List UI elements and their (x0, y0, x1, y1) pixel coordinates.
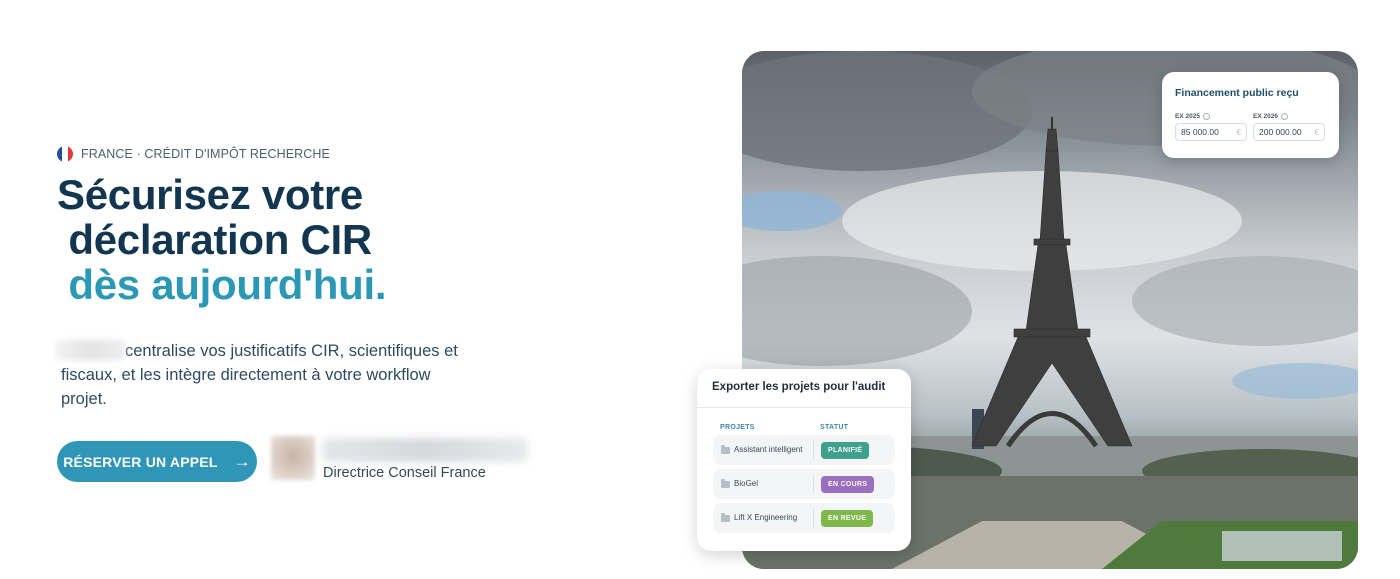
public-funding-card: Financement public reçu EX 2025 85 000.0… (1162, 72, 1339, 158)
book-call-label: RÉSERVER UN APPEL (63, 453, 218, 470)
headline-line-3: dès aujourd'hui. (57, 261, 387, 308)
project-name: Assistant intelligent (734, 445, 803, 454)
eyebrow: FRANCE · CRÉDIT D'IMPÔT RECHERCHE (57, 146, 330, 162)
divider (697, 407, 911, 408)
info-icon (1280, 113, 1288, 120)
info-icon (1202, 113, 1210, 120)
public-funding-title: Financement public reçu (1175, 87, 1299, 99)
funding-value: 200 000.00 (1259, 127, 1302, 137)
folder-icon (721, 445, 730, 454)
headline-line-2: déclaration CIR (57, 216, 372, 263)
euro-icon: € (1314, 127, 1319, 137)
headline-line-1: Sécurisez votre (57, 171, 363, 218)
column-header-status: STATUT (820, 424, 849, 431)
divider (813, 440, 814, 460)
funding-input-2025[interactable]: 85 000.00 € (1175, 123, 1247, 141)
column-header-projects: PROJETS (720, 424, 755, 431)
arrow-right-icon: → (233, 451, 251, 471)
euro-icon: € (1236, 127, 1241, 137)
avatar (271, 436, 315, 480)
divider (813, 474, 814, 494)
divider (813, 508, 814, 528)
status-badge: EN REVUE (821, 510, 874, 527)
table-row[interactable]: BioGel EN COURS (713, 469, 895, 499)
export-card-title: Exporter les projets pour l'audit (712, 381, 886, 393)
folder-icon (721, 513, 730, 522)
funding-value: 85 000.00 (1181, 127, 1219, 137)
eyebrow-text: FRANCE · CRÉDIT D'IMPÔT RECHERCHE (81, 147, 330, 161)
lead-paragraph: centralise vos justificatifs CIR, scient… (55, 339, 471, 411)
france-flag-icon (57, 146, 73, 162)
project-name: Lift X Engineering (734, 513, 798, 522)
funding-field-label: EX 2026 (1253, 113, 1278, 120)
book-call-button[interactable]: RÉSERVER UN APPEL → (57, 441, 257, 482)
funding-field-2025: EX 2025 85 000.00 € (1175, 113, 1247, 141)
funding-input-2026[interactable]: 200 000.00 € (1253, 123, 1325, 141)
project-name: BioGel (734, 479, 759, 488)
table-row[interactable]: Lift X Engineering EN REVUE (713, 503, 895, 533)
blurred-contact-name (322, 438, 528, 462)
funding-field-label: EX 2025 (1175, 113, 1200, 120)
funding-field-2026: EX 2026 200 000.00 € (1253, 113, 1325, 141)
status-badge: EN COURS (821, 476, 875, 493)
table-row[interactable]: Assistant intelligent PLANIFIÉ (713, 435, 895, 465)
blurred-brand-name (55, 340, 125, 360)
contact-role: Directrice Conseil France (323, 465, 486, 481)
export-projects-card: Exporter les projets pour l'audit PROJET… (697, 369, 911, 551)
page-title: Sécurisez votre déclaration CIR dès aujo… (57, 171, 387, 308)
folder-icon (721, 479, 730, 488)
status-badge: PLANIFIÉ (821, 442, 870, 459)
